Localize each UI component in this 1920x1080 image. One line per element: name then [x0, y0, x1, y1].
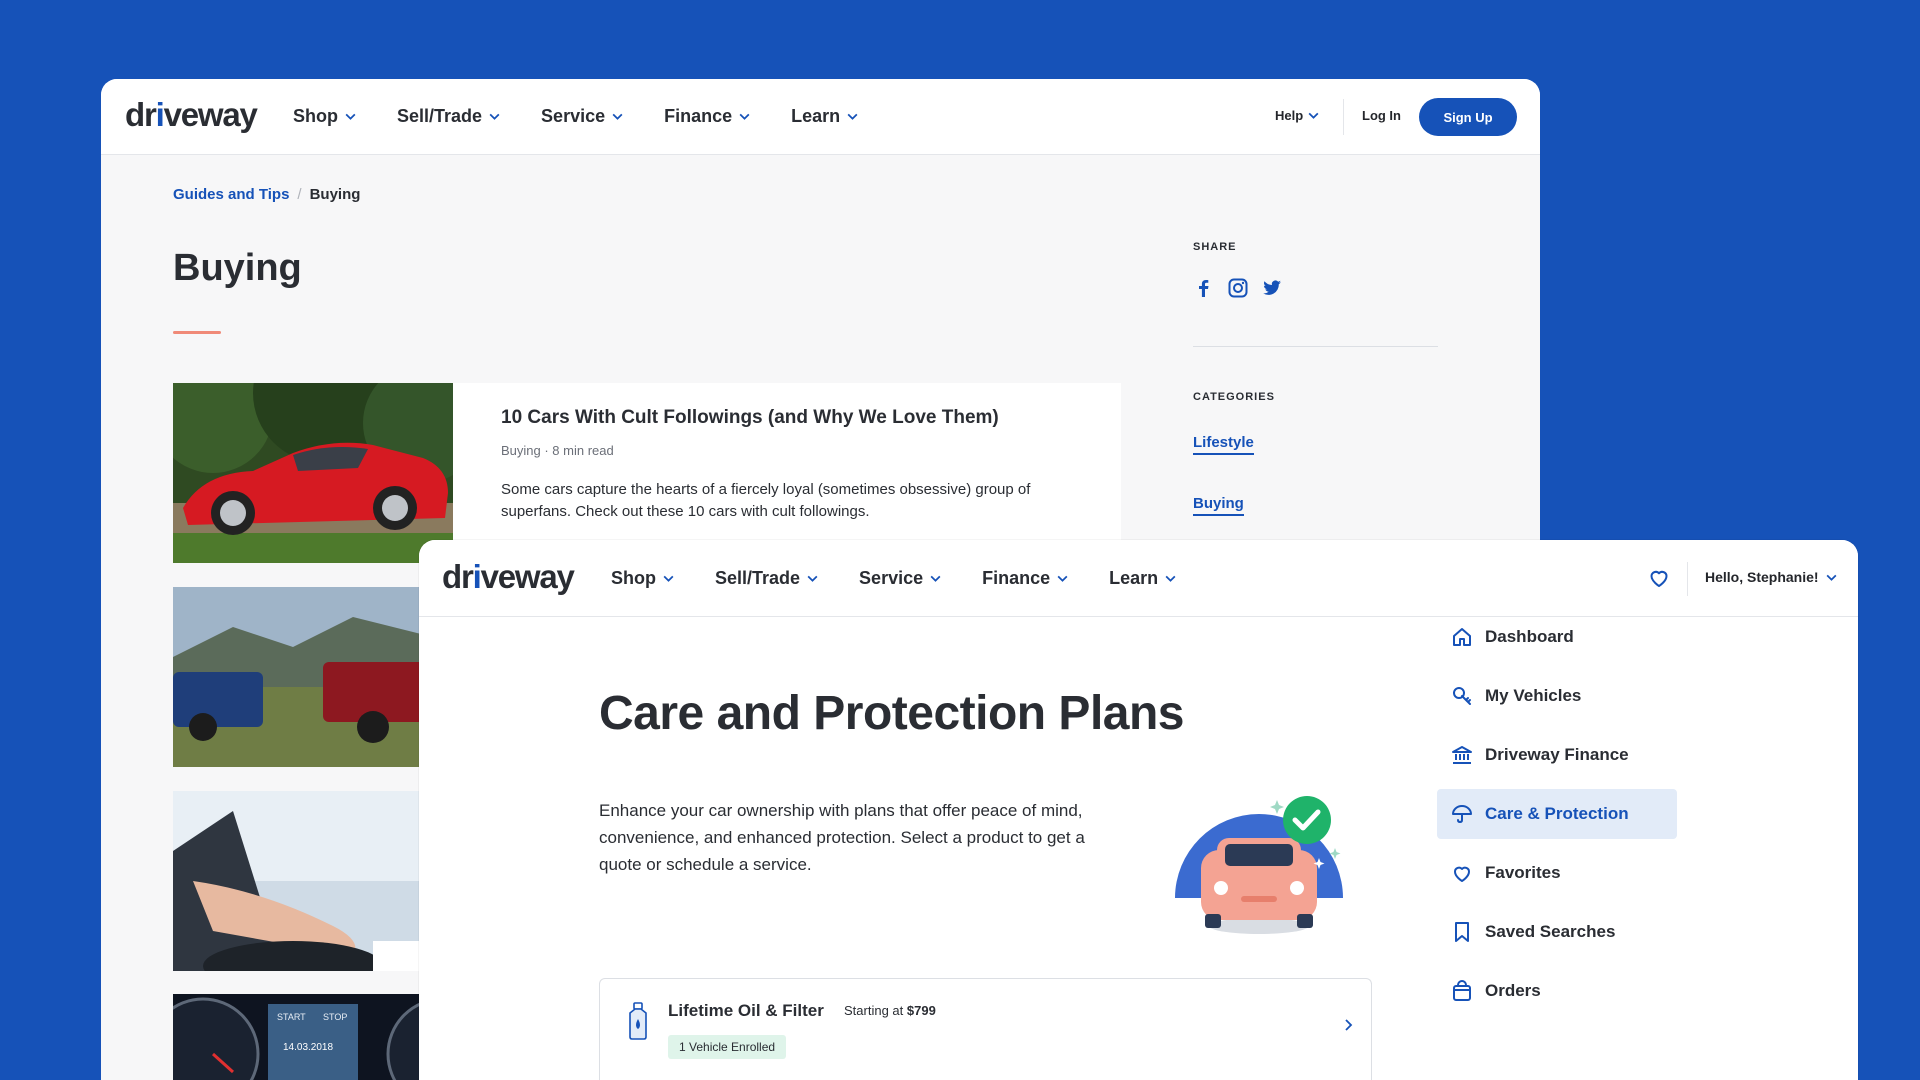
oil-bottle-icon: [629, 1002, 647, 1040]
umbrella-icon: [1452, 805, 1472, 824]
chevron-down-icon: [739, 113, 750, 120]
page-title: Care and Protection Plans: [599, 687, 1185, 740]
bookmark-icon: [1455, 922, 1469, 942]
nav-shop[interactable]: Shop: [293, 106, 357, 127]
care-protection-window: driveway Shop Sell/Trade Service Finance…: [419, 540, 1858, 1080]
main-menu: Shop Sell/Trade Service Finance Learn: [293, 106, 859, 127]
categories-label: CATEGORIES: [1193, 391, 1275, 403]
category-buying[interactable]: Buying: [1193, 495, 1244, 516]
heart-icon: [1453, 866, 1471, 882]
article-meta: Buying · 8 min read: [501, 443, 614, 458]
login-link[interactable]: Log In: [1362, 108, 1401, 123]
nav-sell-trade[interactable]: Sell/Trade: [715, 568, 819, 589]
car-key-icon: [1453, 687, 1471, 705]
sidebar-divider: [1193, 346, 1438, 347]
chevron-down-icon: [1308, 112, 1319, 119]
share-icons: [1193, 277, 1283, 299]
dashboard-gauge-image[interactable]: START STOP 14.03.2018: [173, 994, 453, 1080]
page-title: Buying: [173, 247, 302, 289]
signup-button[interactable]: Sign Up: [1419, 98, 1517, 136]
nav-finance[interactable]: Finance: [982, 568, 1069, 589]
nav-service[interactable]: Service: [859, 568, 942, 589]
bank-icon: [1452, 746, 1472, 764]
red-car-image[interactable]: [173, 383, 453, 563]
page-description: Enhance your car ownership with plans th…: [599, 801, 1085, 874]
chevron-right-icon[interactable]: [1340, 1017, 1356, 1033]
breadcrumb-separator: /: [297, 186, 302, 203]
trucks-image[interactable]: [173, 587, 453, 767]
chevron-down-icon: [1165, 575, 1176, 582]
instagram-icon[interactable]: [1227, 277, 1249, 299]
sidebar-item-saved-searches[interactable]: Saved Searches: [1437, 907, 1677, 957]
category-lifestyle[interactable]: Lifestyle: [1193, 434, 1254, 455]
nav-sell-trade[interactable]: Sell/Trade: [397, 106, 501, 127]
protected-car-illustration: [1175, 796, 1343, 934]
start-stop-label-2: STOP: [323, 1012, 347, 1022]
article-card[interactable]: 10 Cars With Cult Followings (and Why We…: [173, 383, 1121, 563]
nav-finance[interactable]: Finance: [664, 106, 751, 127]
chevron-down-icon: [930, 575, 941, 582]
home-icon: [1453, 628, 1471, 646]
help-menu[interactable]: Help: [1275, 108, 1320, 123]
chevron-down-icon: [345, 113, 356, 120]
nav-service[interactable]: Service: [541, 106, 624, 127]
nav-divider: [1687, 562, 1688, 596]
breadcrumb: Guides and Tips / Buying: [173, 186, 360, 203]
chevron-down-icon: [847, 113, 858, 120]
nav-shop[interactable]: Shop: [611, 568, 675, 589]
facebook-icon[interactable]: [1193, 277, 1215, 299]
chevron-down-icon: [489, 113, 500, 120]
dash-date: 14.03.2018: [283, 1042, 333, 1053]
twitter-icon[interactable]: [1261, 277, 1283, 299]
sidebar-item-driveway-finance[interactable]: Driveway Finance: [1437, 730, 1677, 780]
chevron-down-icon: [1057, 575, 1068, 582]
share-label: SHARE: [1193, 241, 1237, 253]
article-title[interactable]: 10 Cars With Cult Followings (and Why We…: [501, 407, 999, 429]
account-menu[interactable]: Hello, Stephanie!: [1705, 569, 1838, 585]
chevron-down-icon: [663, 575, 674, 582]
top-nav-account: driveway Shop Sell/Trade Service Finance…: [419, 540, 1858, 617]
chevron-down-icon: [807, 575, 818, 582]
sidebar-item-my-vehicles[interactable]: My Vehicles: [1437, 671, 1677, 721]
favorites-heart-icon[interactable]: [1647, 566, 1671, 590]
sidebar-item-favorites[interactable]: Favorites: [1437, 848, 1677, 898]
nav-learn[interactable]: Learn: [791, 106, 859, 127]
start-stop-label: START: [277, 1012, 306, 1022]
driveway-logo[interactable]: driveway: [442, 558, 575, 596]
breadcrumb-guides-link[interactable]: Guides and Tips: [173, 186, 289, 203]
main-menu: Shop Sell/Trade Service Finance Learn: [611, 568, 1177, 589]
enrolled-badge: 1 Vehicle Enrolled: [668, 1035, 787, 1059]
title-accent-line: [173, 331, 221, 334]
product-name: Lifetime Oil & Filter: [668, 1001, 824, 1020]
product-price: Starting at $799: [844, 1003, 936, 1018]
product-card-oil-filter[interactable]: Lifetime Oil & Filter Starting at $799 1…: [599, 978, 1372, 1080]
driving-image[interactable]: [173, 791, 453, 971]
sidebar-item-dashboard[interactable]: Dashboard: [1437, 612, 1677, 662]
bag-icon: [1453, 980, 1471, 1001]
sidebar-item-care-protection[interactable]: Care & Protection: [1437, 789, 1677, 839]
chevron-down-icon: [612, 113, 623, 120]
breadcrumb-current: Buying: [309, 186, 361, 203]
driveway-logo[interactable]: driveway: [125, 96, 258, 134]
sidebar-item-orders[interactable]: Orders: [1437, 966, 1677, 1016]
nav-learn[interactable]: Learn: [1109, 568, 1177, 589]
article-description: Some cars capture the hearts of a fierce…: [501, 481, 1031, 520]
chevron-down-icon: [1826, 574, 1837, 581]
top-nav: driveway Shop Sell/Trade Service Finance…: [101, 79, 1540, 155]
nav-divider: [1343, 99, 1344, 135]
